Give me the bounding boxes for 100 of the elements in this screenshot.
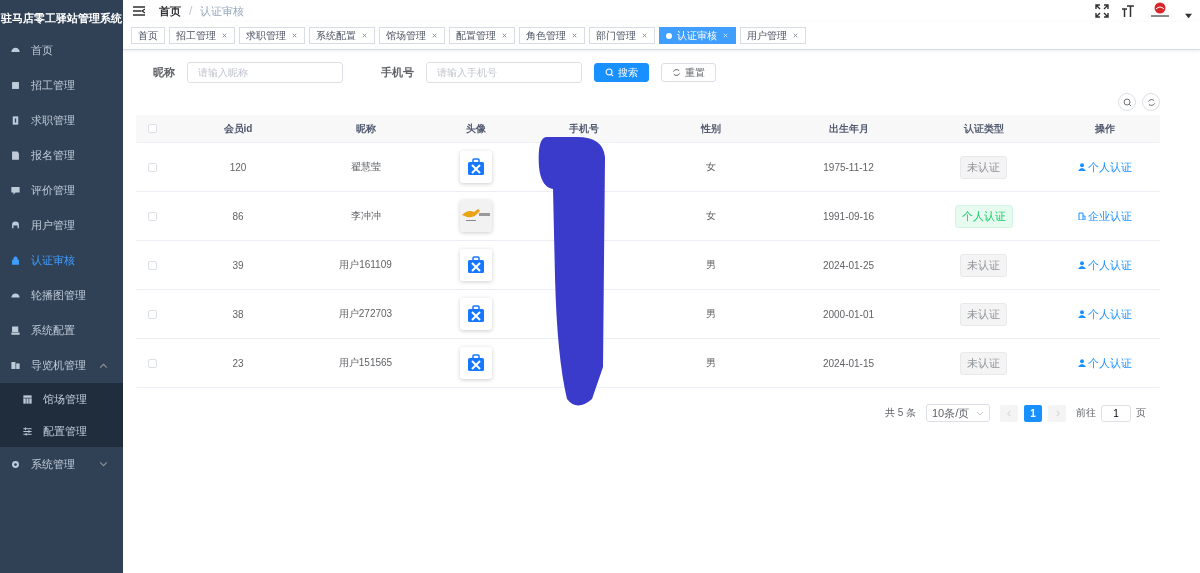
column-header: 性别: [699, 121, 722, 136]
close-icon[interactable]: [361, 32, 368, 39]
sidebar-item[interactable]: 报名管理: [0, 138, 123, 173]
menu-item-icon: [22, 425, 33, 437]
column-header: 会员id: [222, 121, 254, 136]
table-cell-text: 用户272703: [337, 307, 394, 321]
close-icon[interactable]: [501, 32, 508, 39]
menu-item-icon: [10, 255, 21, 266]
table-cell-text: 男: [705, 307, 717, 321]
close-icon[interactable]: [792, 32, 799, 39]
table-cell-text: 2024-01-15: [821, 357, 876, 369]
close-icon[interactable]: [221, 32, 228, 39]
table-cell-text: 39: [231, 259, 245, 271]
page-tab[interactable]: 首页: [131, 27, 165, 44]
refresh-icon: [1146, 97, 1156, 107]
sidebar-item[interactable]: 认证审核: [0, 243, 123, 278]
column-header: 出生年月: [827, 121, 870, 136]
menu-item-icon: [10, 220, 21, 231]
menu-item-icon: [10, 360, 21, 371]
table-cell-text: 1991-09-16: [821, 210, 876, 222]
chevron-down-icon: [976, 409, 984, 417]
refresh-icon: [672, 68, 681, 77]
sidebar-item[interactable]: 求职管理: [0, 103, 123, 138]
table-cell-text: 女: [705, 160, 717, 174]
page-tab[interactable]: 配置管理: [449, 27, 515, 44]
sidebar-subitem[interactable]: 配置管理: [0, 415, 123, 447]
menu-item-icon: [10, 185, 21, 196]
sidebar-item[interactable]: 首页: [0, 33, 123, 68]
column-header: 操作: [1094, 121, 1116, 136]
table-cell-text: 女: [705, 209, 717, 223]
close-icon[interactable]: [571, 32, 578, 39]
fullscreen-icon[interactable]: [1095, 4, 1109, 18]
table-cell-text: 1975-11-12: [822, 161, 875, 173]
table-cell-text: 86: [231, 210, 245, 222]
status-tag: 未认证: [960, 351, 1007, 375]
status-tag: 个人认证: [954, 204, 1013, 228]
page-size-select[interactable]: 10条/页: [926, 404, 990, 422]
row-checkbox[interactable]: [148, 211, 157, 221]
menu-item-icon: [10, 459, 21, 470]
sidebar-item[interactable]: 用户管理: [0, 208, 123, 243]
close-icon[interactable]: [291, 32, 298, 39]
table-cell-text: 23: [231, 357, 245, 369]
row-checkbox[interactable]: [148, 162, 157, 172]
chevron-left-icon: [1005, 409, 1013, 417]
status-tag: 未认证: [960, 155, 1007, 179]
row-checkbox[interactable]: [148, 358, 157, 368]
sidebar-item[interactable]: 系统管理: [0, 447, 123, 482]
column-header: 头像: [464, 121, 487, 136]
page-tab[interactable]: 系统配置: [309, 27, 375, 44]
page-input[interactable]: 1: [1101, 404, 1131, 422]
table-cell-text: 38: [231, 308, 245, 320]
table-cell-text: 2000-01-01: [821, 308, 876, 320]
sidebar-item[interactable]: 评价管理: [0, 173, 123, 208]
sidebar-item[interactable]: 导览机管理: [0, 348, 123, 383]
user-icon: [1078, 310, 1086, 318]
menu-icon[interactable]: [133, 6, 145, 16]
column-header: 昵称: [354, 121, 377, 136]
total-count: 共 5 条: [884, 406, 916, 420]
page-tab[interactable]: 招工管理: [169, 27, 235, 44]
page-tab[interactable]: 部门管理: [589, 27, 655, 44]
chevron-right-icon: [1053, 409, 1061, 417]
page-tab[interactable]: 用户管理: [740, 27, 806, 44]
table-cell-text: 男: [705, 258, 717, 272]
font-size-icon[interactable]: [1121, 4, 1135, 18]
sidebar-item[interactable]: 招工管理: [0, 68, 123, 103]
status-tag: 未认证: [960, 253, 1007, 277]
table-cell-text: 2024-01-25: [821, 259, 876, 271]
close-icon[interactable]: [641, 32, 648, 39]
close-icon[interactable]: [431, 32, 438, 39]
goto-label: 前往: [1076, 406, 1096, 420]
search-icon: [605, 68, 614, 77]
table-cell-text: 用户161109: [338, 258, 393, 272]
reset-button[interactable]: 重置: [661, 63, 716, 82]
menu-item-icon: [10, 325, 21, 336]
table-cell-text: 用户151565: [337, 356, 394, 370]
sidebar-item[interactable]: 轮播图管理: [0, 278, 123, 313]
field-label: 昵称: [153, 65, 175, 80]
sidebar-item[interactable]: 系统配置: [0, 313, 123, 348]
search-icon: [1122, 97, 1132, 107]
column-header: 手机号: [568, 121, 600, 136]
menu-item-icon: [22, 393, 33, 405]
page-tab[interactable]: 馆场管理: [379, 27, 445, 44]
sidebar-subitem[interactable]: 馆场管理: [0, 383, 123, 415]
row-checkbox[interactable]: [148, 260, 157, 270]
search-toggle-button[interactable]: [1118, 93, 1136, 111]
refresh-button[interactable]: [1142, 93, 1160, 111]
breadcrumb-item[interactable]: 首页: [159, 3, 181, 19]
user-icon: [1078, 359, 1086, 367]
breadcrumb-item: 认证审核: [200, 3, 245, 19]
select-all-checkbox[interactable]: [148, 124, 157, 133]
page-tab[interactable]: 求职管理: [239, 27, 305, 44]
menu-item-icon: [10, 150, 21, 161]
field-label: 手机号: [381, 65, 414, 80]
menu-item-icon: [10, 115, 21, 126]
table-cell-text: 男: [705, 356, 717, 370]
status-tag: 未认证: [960, 302, 1007, 326]
row-checkbox[interactable]: [148, 309, 157, 319]
page-suffix: 页: [1136, 406, 1146, 420]
page-tab[interactable]: 角色管理: [519, 27, 585, 44]
caret-icon[interactable]: [1185, 11, 1192, 19]
